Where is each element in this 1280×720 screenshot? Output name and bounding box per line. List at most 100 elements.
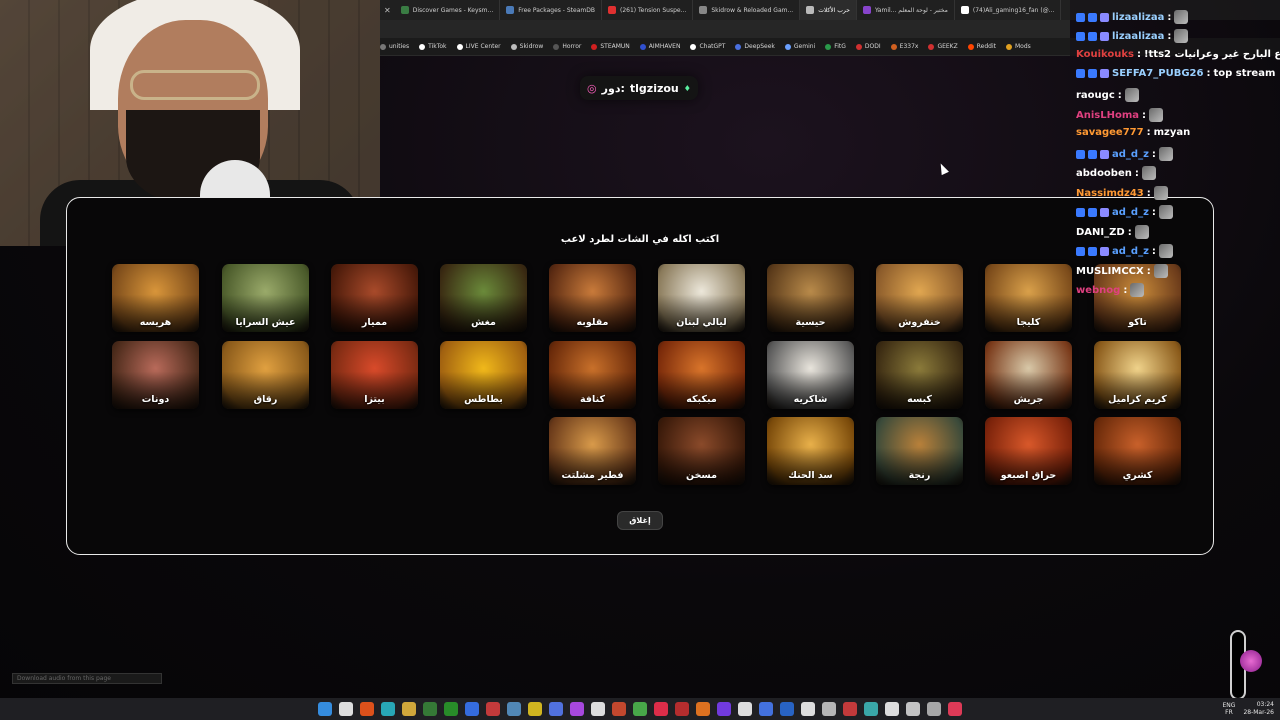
bookmark-item[interactable]: TikTok xyxy=(419,43,447,50)
tiktok-icon[interactable] xyxy=(654,702,668,716)
chat-username[interactable]: Kouikouks xyxy=(1076,49,1134,60)
chat-username[interactable]: ad_d_z xyxy=(1112,149,1149,160)
bookmark-item[interactable]: GEEKZ xyxy=(928,43,958,50)
bookmark-item[interactable]: Skidrow xyxy=(510,43,543,50)
app13-icon[interactable] xyxy=(801,702,815,716)
app18-icon[interactable] xyxy=(906,702,920,716)
app9-icon[interactable] xyxy=(717,702,731,716)
chat-username[interactable]: AnisLHoma xyxy=(1076,110,1139,121)
app10-icon[interactable] xyxy=(738,702,752,716)
app4-icon[interactable] xyxy=(570,702,584,716)
world-icon[interactable] xyxy=(465,702,479,716)
chat-username[interactable]: abdooben xyxy=(1076,168,1132,179)
search-icon[interactable] xyxy=(339,702,353,716)
edge-icon[interactable] xyxy=(381,702,395,716)
xbox-icon[interactable] xyxy=(444,702,458,716)
browser-tab[interactable]: Discover Games - Keysm... xyxy=(395,0,501,20)
floating-widget-icon[interactable] xyxy=(1240,650,1262,672)
browser-tab[interactable]: Skidrow & Reloaded Gam... xyxy=(693,0,801,20)
exit-button[interactable]: إغلاق xyxy=(617,511,663,530)
address-bar[interactable] xyxy=(380,20,1070,38)
food-card[interactable]: رقاق xyxy=(222,341,309,409)
food-card[interactable]: هريسه xyxy=(112,264,199,332)
food-card[interactable]: مغش xyxy=(440,264,527,332)
bookmark-item[interactable]: DeepSeek xyxy=(735,43,775,50)
steam-icon[interactable] xyxy=(507,702,521,716)
app5-icon[interactable] xyxy=(612,702,626,716)
chat-username[interactable]: MUSLIMCCX xyxy=(1076,266,1144,277)
bookmark-item[interactable]: STEAMUN xyxy=(591,43,630,50)
food-card[interactable]: كبسه xyxy=(876,341,963,409)
food-card[interactable]: حراق اصبعو xyxy=(985,417,1072,485)
app11-icon[interactable] xyxy=(759,702,773,716)
app14-icon[interactable] xyxy=(822,702,836,716)
chat-username[interactable]: lizaalizaa xyxy=(1112,31,1164,42)
browser-tab[interactable]: (261) Tension Suspe... xyxy=(602,0,694,20)
files-icon[interactable] xyxy=(402,702,416,716)
bookmark-item[interactable]: Gemini xyxy=(784,43,815,50)
food-card[interactable]: حيسية xyxy=(767,264,854,332)
chat-username[interactable]: webnog xyxy=(1076,285,1120,296)
bookmark-item[interactable]: Reddit xyxy=(967,43,996,50)
food-card[interactable]: كليجا xyxy=(985,264,1072,332)
browser-tab[interactable]: Yamil... مختبر - لوحة المعلم xyxy=(857,0,955,20)
chat-username[interactable]: savagee777 xyxy=(1076,127,1144,138)
app1-icon[interactable] xyxy=(486,702,500,716)
clock[interactable]: 03:24 28-Mar-26 xyxy=(1243,701,1274,717)
bookmark-item[interactable]: Horror xyxy=(553,43,581,50)
app12-icon[interactable] xyxy=(780,702,794,716)
app16-icon[interactable] xyxy=(864,702,878,716)
food-card[interactable]: مقلوبه xyxy=(549,264,636,332)
app20-icon[interactable] xyxy=(948,702,962,716)
food-card[interactable]: مسخن xyxy=(658,417,745,485)
language-indicator[interactable]: ENG FR xyxy=(1223,702,1236,716)
food-card[interactable]: بطاطس xyxy=(440,341,527,409)
bookmark-item[interactable]: AIMHAVEN xyxy=(639,43,680,50)
bookmark-item[interactable]: FitG xyxy=(825,43,846,50)
chat-username[interactable]: ad_d_z xyxy=(1112,246,1149,257)
app19-icon[interactable] xyxy=(927,702,941,716)
bookmark-item[interactable]: Mods xyxy=(1005,43,1031,50)
windows-icon[interactable] xyxy=(318,702,332,716)
chat-username[interactable]: raougc xyxy=(1076,90,1115,101)
browser-tab[interactable]: Free Packages - SteamDB xyxy=(500,0,602,20)
food-card[interactable]: رنجة xyxy=(876,417,963,485)
app2-icon[interactable] xyxy=(528,702,542,716)
browser-tab[interactable]: (74)Ali_gaming16_fan (@... xyxy=(955,0,1062,20)
app7-icon[interactable] xyxy=(675,702,689,716)
food-card[interactable]: مبكبكه xyxy=(658,341,745,409)
browser-tab[interactable]: حرب الأكلات xyxy=(800,0,857,20)
app6-icon[interactable] xyxy=(633,702,647,716)
brave-icon[interactable] xyxy=(360,702,374,716)
bookmark-item[interactable]: DODI xyxy=(855,43,881,50)
bookmark-item[interactable]: E337x xyxy=(890,43,918,50)
chat-username[interactable]: lizaalizaa xyxy=(1112,12,1164,23)
food-card[interactable]: عيش السرايا xyxy=(222,264,309,332)
chat-username[interactable]: Nassimdz43 xyxy=(1076,188,1144,199)
chat-username[interactable]: SEFFA7_PUBG26 xyxy=(1112,68,1203,79)
app3-icon[interactable] xyxy=(549,702,563,716)
food-card[interactable]: شاكريه xyxy=(767,341,854,409)
store-icon[interactable] xyxy=(423,702,437,716)
chat-username[interactable]: ad_d_z xyxy=(1112,207,1149,218)
bookmark-item[interactable]: unities xyxy=(380,43,409,50)
app8-icon[interactable] xyxy=(696,702,710,716)
download-audio-hint[interactable]: Download audio from this page xyxy=(12,673,162,684)
food-card[interactable]: بيتزا xyxy=(331,341,418,409)
food-card[interactable]: مميار xyxy=(331,264,418,332)
app15-icon[interactable] xyxy=(843,702,857,716)
food-card[interactable]: فطير مشلتت xyxy=(549,417,636,485)
food-card[interactable]: سد الحنك xyxy=(767,417,854,485)
food-card[interactable]: جريش xyxy=(985,341,1072,409)
food-card[interactable]: كنافة xyxy=(549,341,636,409)
food-card[interactable]: كريم كراميل xyxy=(1094,341,1181,409)
chrome-icon[interactable] xyxy=(591,702,605,716)
food-card[interactable]: دونات xyxy=(112,341,199,409)
close-tab-icon[interactable]: ✕ xyxy=(380,6,395,15)
chat-username[interactable]: DANI_ZD xyxy=(1076,227,1125,238)
food-card[interactable]: خنفروش xyxy=(876,264,963,332)
app17-icon[interactable] xyxy=(885,702,899,716)
bookmark-item[interactable]: ChatGPT xyxy=(690,43,725,50)
food-card[interactable]: ليالي لبنان xyxy=(658,264,745,332)
food-card[interactable]: كشري xyxy=(1094,417,1181,485)
